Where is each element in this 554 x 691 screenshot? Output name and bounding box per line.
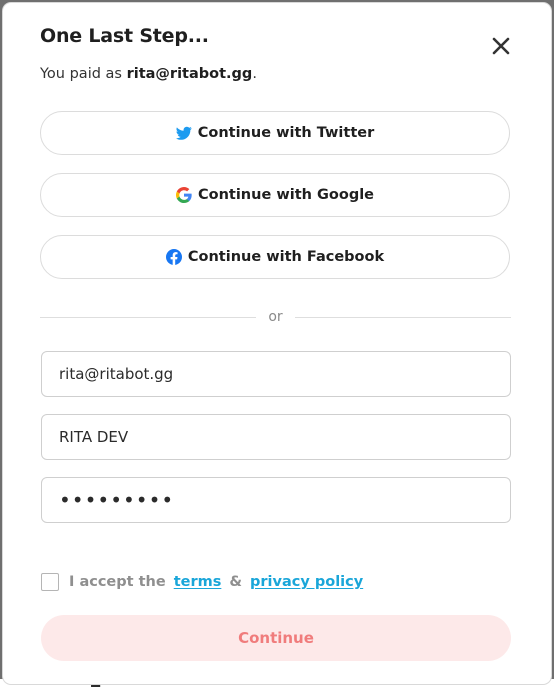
google-button-label: Continue with Google [197, 187, 375, 203]
paid-suffix: . [252, 66, 257, 82]
modal-title: One Last Step... [40, 25, 209, 47]
google-icon [175, 187, 192, 203]
signup-modal: One Last Step... You paid as rita@ritabo… [3, 3, 551, 684]
facebook-button-label: Continue with Facebook [187, 249, 385, 265]
continue-with-facebook-button[interactable]: Continue with Facebook [40, 235, 510, 279]
email-field[interactable] [41, 351, 511, 397]
accept-terms-checkbox[interactable] [41, 573, 59, 591]
paid-prefix: You paid as [40, 66, 127, 82]
close-button[interactable] [489, 34, 513, 58]
terms-ampersand: & [229, 574, 243, 590]
or-divider: or [40, 308, 512, 326]
close-icon [492, 37, 510, 55]
privacy-policy-link[interactable]: privacy policy [250, 574, 363, 590]
facebook-icon [165, 249, 182, 265]
password-field[interactable] [41, 477, 511, 523]
paid-email: rita@ritabot.gg [126, 66, 253, 82]
divider-line-left [40, 316, 257, 318]
continue-with-google-button[interactable]: Continue with Google [40, 173, 510, 217]
twitter-icon [175, 126, 192, 140]
name-field[interactable] [41, 414, 511, 460]
continue-with-twitter-button[interactable]: Continue with Twitter [40, 111, 510, 155]
twitter-button-label: Continue with Twitter [197, 125, 375, 141]
divider-line-right [294, 316, 512, 318]
paid-as-text: You paid as rita@ritabot.gg. [40, 66, 257, 82]
continue-button[interactable]: Continue [41, 615, 511, 661]
terms-link[interactable]: terms [174, 574, 222, 590]
terms-row: I accept the terms & privacy policy [41, 571, 363, 593]
terms-prefix: I accept the [69, 574, 166, 590]
divider-label: or [268, 309, 283, 325]
